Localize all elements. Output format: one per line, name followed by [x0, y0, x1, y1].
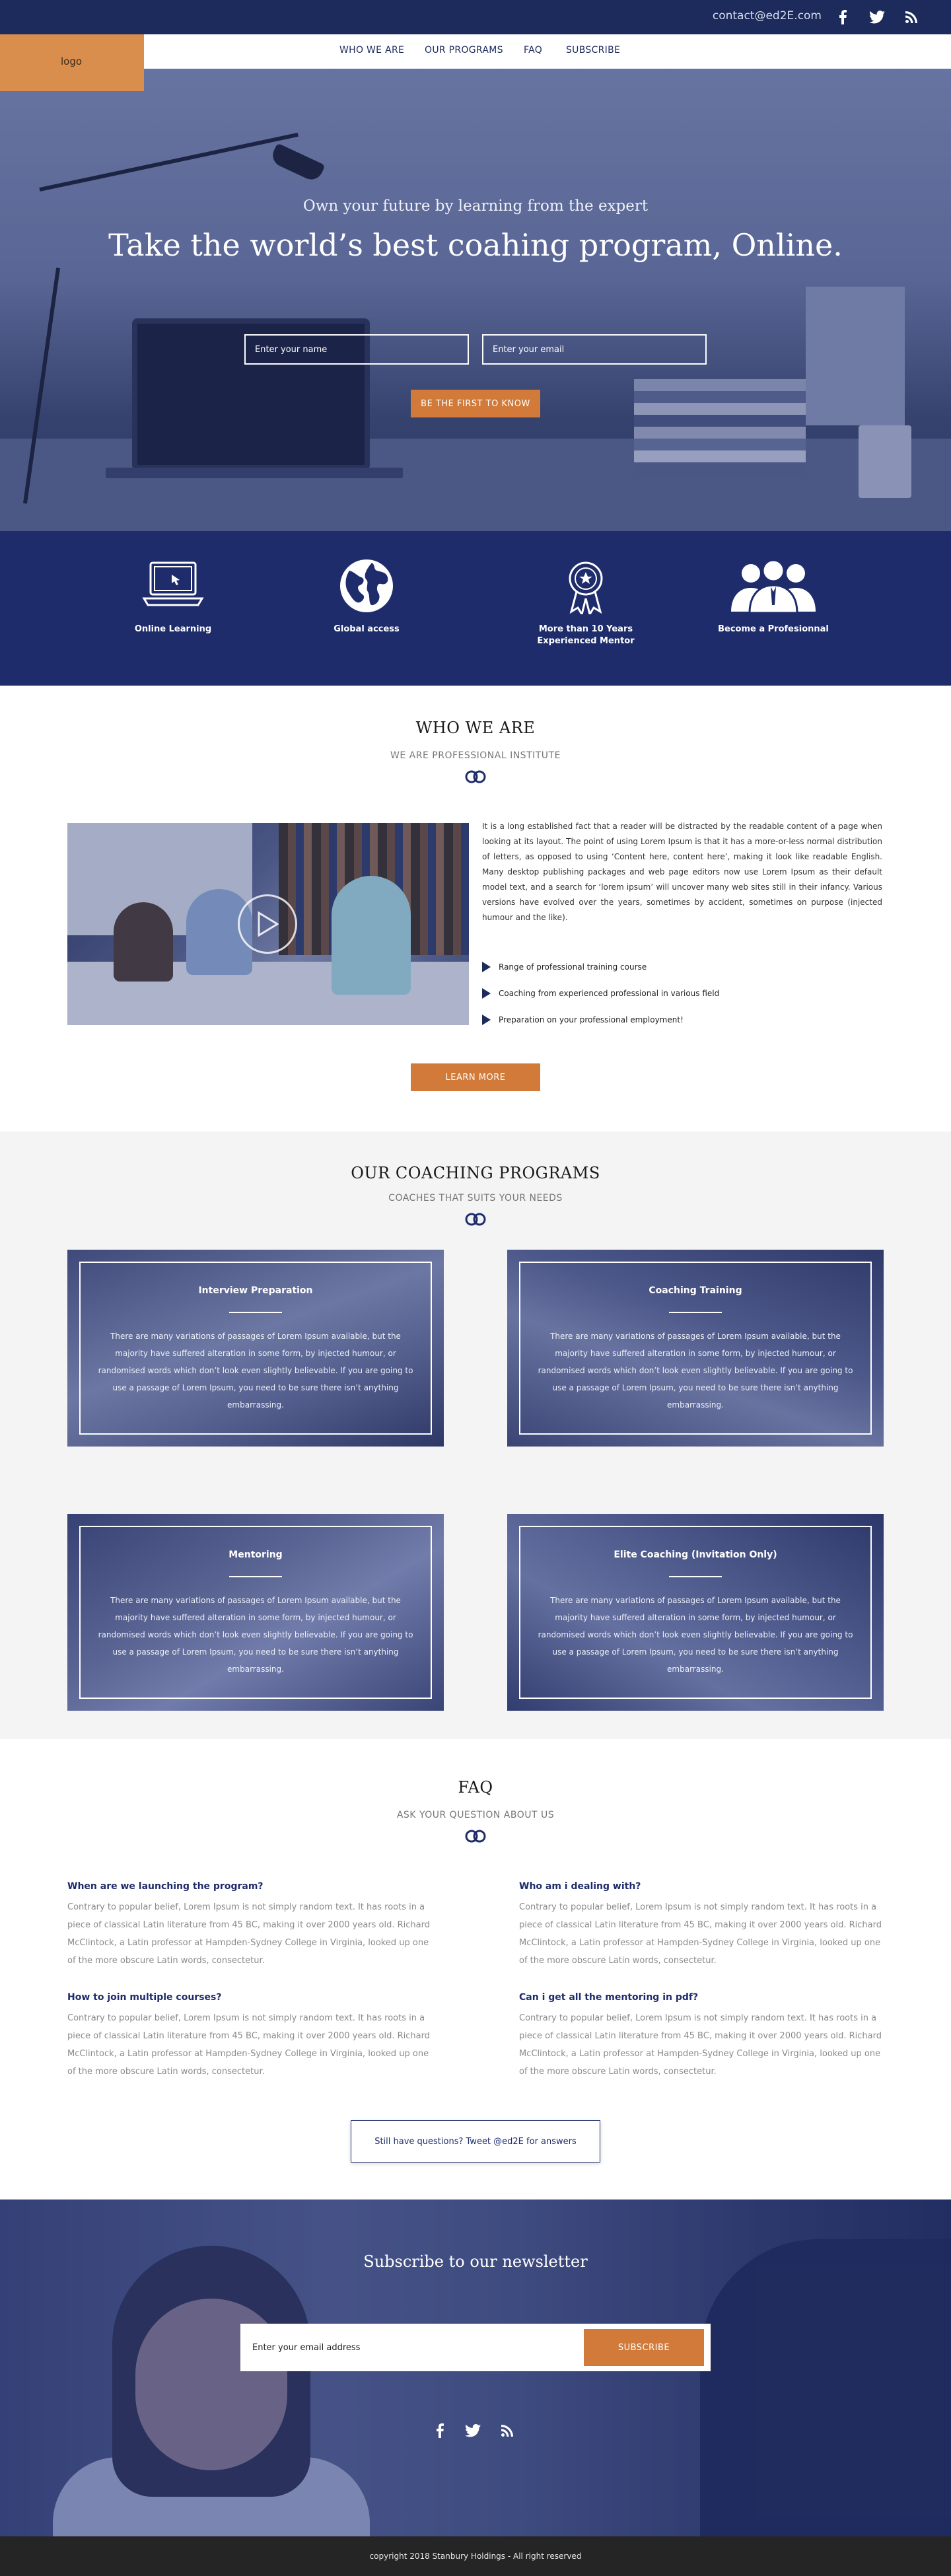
program-card-coaching[interactable]: Coaching Training There are many variati… — [507, 1250, 884, 1447]
newsletter-email-input[interactable] — [252, 2336, 563, 2359]
nav-who-we-are[interactable]: WHO WE ARE — [339, 45, 404, 55]
faq-answer: Contrary to popular belief, Lorem Ipsum … — [67, 2013, 431, 2077]
program-description: There are many variations of passages of… — [98, 1332, 413, 1410]
laptop-icon — [142, 561, 204, 606]
tweet-questions-button[interactable]: Still have questions? Tweet @ed2E for an… — [351, 2120, 600, 2163]
nav-faq[interactable]: FAQ — [524, 45, 542, 55]
programs-title: OUR COACHING PROGRAMS — [351, 1164, 600, 1182]
who-title: WHO WE ARE — [415, 719, 536, 737]
rss-icon[interactable] — [902, 8, 921, 26]
feature-bullet: Range of professional training course — [482, 962, 647, 972]
rss-icon[interactable] — [498, 2421, 516, 2440]
program-title: Mentoring — [229, 1550, 283, 1560]
play-icon[interactable] — [238, 894, 297, 954]
learn-more-button[interactable]: LEARN MORE — [411, 1063, 540, 1091]
rings-divider-icon — [465, 770, 486, 783]
feature-label: Global access — [334, 624, 400, 634]
faq-answer: Contrary to popular belief, Lorem Ipsum … — [519, 1902, 882, 1966]
name-input[interactable] — [244, 334, 469, 365]
features-strip: Online Learning Global access More than … — [0, 531, 951, 686]
logo-text: logo — [61, 55, 83, 67]
program-description: There are many variations of passages of… — [538, 1332, 853, 1410]
twitter-icon[interactable] — [464, 2421, 482, 2440]
newsletter-section: Subscribe to our newsletter SUBSCRIBE — [0, 2200, 951, 2536]
newsletter-form: SUBSCRIBE — [240, 2324, 711, 2371]
nav-subscribe[interactable]: SUBSCRIBE — [566, 45, 620, 55]
faq-question[interactable]: How to join multiple courses? — [67, 1992, 222, 2003]
notify-button[interactable]: BE THE FIRST TO KNOW — [411, 390, 540, 417]
contact-email-link[interactable]: contact@ed2E.com — [713, 9, 822, 22]
hero-subtitle: Own your future by learning from the exp… — [302, 197, 649, 215]
nav-our-programs[interactable]: OUR PROGRAMS — [425, 45, 503, 55]
program-title: Coaching Training — [649, 1285, 742, 1296]
program-card-interview[interactable]: Interview Preparation There are many var… — [67, 1250, 444, 1447]
programs-subtitle: COACHES THAT SUITS YOUR NEEDS — [388, 1193, 563, 1203]
faq-question[interactable]: Who am i dealing with? — [519, 1881, 641, 1892]
globe-icon — [340, 559, 393, 612]
bullet-arrow-icon — [482, 988, 491, 999]
facebook-icon[interactable] — [431, 2421, 449, 2440]
rings-divider-icon — [465, 1830, 486, 1843]
feature-label: Become a Profesionnal — [718, 624, 829, 634]
people-icon — [731, 559, 816, 614]
faq-question[interactable]: Can i get all the mentoring in pdf? — [519, 1992, 698, 2003]
intro-video[interactable] — [67, 823, 469, 1025]
program-card-elite[interactable]: Elite Coaching (Invitation Only) There a… — [507, 1514, 884, 1711]
top-bar: contact@ed2E.com — [0, 0, 951, 34]
feature-become-professional: Become a Profesionnal — [707, 557, 839, 635]
feature-bullet: Preparation on your professional employm… — [482, 1015, 684, 1025]
facebook-icon[interactable] — [833, 8, 852, 26]
about-paragraph: It is a long established fact that a rea… — [482, 822, 882, 922]
award-icon — [569, 561, 603, 614]
newsletter-title: Subscribe to our newsletter — [363, 2252, 588, 2271]
program-description: There are many variations of passages of… — [98, 1596, 413, 1674]
program-description: There are many variations of passages of… — [538, 1596, 853, 1674]
hero-section: Own your future by learning from the exp… — [0, 69, 951, 531]
program-card-mentoring[interactable]: Mentoring There are many variations of p… — [67, 1514, 444, 1711]
feature-label: Online Learning — [134, 624, 212, 634]
bullet-arrow-icon — [482, 962, 491, 972]
feature-experienced-mentor: More than 10 Years Experienced Mentor — [520, 557, 652, 647]
rings-divider-icon — [465, 1213, 486, 1226]
email-input[interactable] — [482, 334, 707, 365]
subscribe-button[interactable]: SUBSCRIBE — [584, 2329, 704, 2366]
feature-label: More than 10 Years Experienced Mentor — [537, 624, 635, 646]
feature-online-learning: Online Learning — [107, 557, 239, 635]
logo[interactable]: logo — [0, 34, 144, 91]
feature-global-access: Global access — [300, 557, 433, 635]
faq-answer: Contrary to popular belief, Lorem Ipsum … — [519, 2013, 882, 2077]
hero-title: Take the world’s best coahing program, O… — [108, 227, 843, 263]
feature-bullet: Coaching from experienced professional i… — [482, 988, 719, 999]
faq-subtitle: ASK YOUR QUESTION ABOUT US — [396, 1810, 555, 1820]
footer-copyright: copyright 2018 Stanbury Holdings - All r… — [0, 2536, 951, 2576]
who-subtitle: WE ARE PROFESSIONAL INSTITUTE — [390, 750, 561, 761]
faq-answer: Contrary to popular belief, Lorem Ipsum … — [67, 1902, 431, 1966]
twitter-icon[interactable] — [868, 8, 886, 26]
program-title: Interview Preparation — [198, 1285, 313, 1296]
program-title: Elite Coaching (Invitation Only) — [614, 1550, 777, 1560]
faq-title: FAQ — [458, 1778, 493, 1797]
bullet-arrow-icon — [482, 1015, 491, 1025]
faq-question[interactable]: When are we launching the program? — [67, 1881, 264, 1892]
